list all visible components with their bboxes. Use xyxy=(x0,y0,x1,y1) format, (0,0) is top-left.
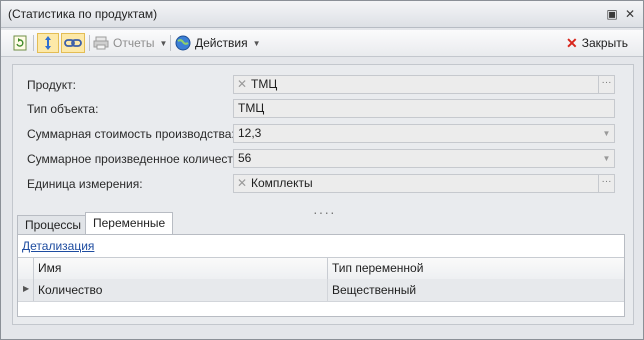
total-cost-label: Суммарная стоимость производства: xyxy=(27,127,235,141)
unit-field[interactable]: ✕ Комплекты ··· xyxy=(233,174,615,193)
refresh-icon xyxy=(13,35,27,51)
window-title: (Статистика по продуктам) xyxy=(8,7,158,21)
tab-variables-label: Переменные xyxy=(93,216,166,230)
sync-arrows-icon xyxy=(45,36,51,50)
globe-icon xyxy=(175,35,191,51)
clear-icon[interactable]: ✕ xyxy=(237,175,247,192)
link-icon xyxy=(64,39,82,47)
tab-processes-label: Процессы xyxy=(25,218,82,232)
printer-icon xyxy=(93,36,109,50)
table-row[interactable]: ▶ Количество Вещественный xyxy=(18,279,624,302)
actions-label: Действия xyxy=(195,36,248,50)
variables-grid: Имя Тип переменной ▶ Количество Веществе… xyxy=(18,257,624,317)
cell-name[interactable]: Количество xyxy=(38,279,328,301)
reports-menu[interactable]: Отчеты ▼ xyxy=(93,33,167,53)
close-x-icon: ✕ xyxy=(566,34,578,51)
restore-icon[interactable]: ▣ xyxy=(605,7,619,21)
chevron-down-icon: ▼ xyxy=(159,38,168,48)
variables-panel: Детализация Имя Тип переменной ▶ Количес… xyxy=(17,234,625,317)
actions-menu[interactable]: Действия ▼ xyxy=(175,33,261,53)
close-form-label: Закрыть xyxy=(581,36,628,50)
object-type-field: ТМЦ xyxy=(233,99,615,118)
total-cost-field[interactable]: 12,3 ▼ xyxy=(233,124,615,143)
total-qty-value: 56 xyxy=(238,151,252,165)
total-cost-value: 12,3 xyxy=(238,126,262,140)
chevron-down-icon: ▼ xyxy=(252,38,261,48)
current-row-arrow-icon: ▶ xyxy=(23,284,30,293)
product-statistics-form: Продукт: ✕ ТМЦ ··· Тип объекта: ТМЦ Сумм… xyxy=(12,64,634,325)
chevron-down-icon[interactable]: ▼ xyxy=(599,150,614,167)
total-qty-field[interactable]: 56 ▼ xyxy=(233,149,615,168)
title-bar: (Статистика по продуктам) ▣ ✕ xyxy=(1,1,643,28)
reports-label: Отчеты xyxy=(113,36,155,50)
unit-label: Единица измерения: xyxy=(27,177,143,191)
tab-variables[interactable]: Переменные xyxy=(85,212,174,235)
chevron-down-icon[interactable]: ▼ xyxy=(599,125,614,142)
total-qty-label: Суммарное произведенное количество: xyxy=(27,152,250,166)
splitter-handle[interactable]: ···· xyxy=(313,204,336,220)
row-indicator: ▶ xyxy=(18,279,34,301)
row-indicator-header xyxy=(18,258,34,279)
close-form-button[interactable]: ✕ Закрыть xyxy=(566,33,628,53)
ellipsis-button[interactable]: ··· xyxy=(598,76,614,93)
cell-type[interactable]: Вещественный xyxy=(332,279,622,301)
unit-value: Комплекты xyxy=(251,176,313,190)
object-type-value: ТМЦ xyxy=(238,101,265,115)
clear-icon[interactable]: ✕ xyxy=(237,76,247,93)
product-value: ТМЦ xyxy=(251,77,278,91)
product-field[interactable]: ✕ ТМЦ ··· xyxy=(233,75,615,94)
statistics-window: (Статистика по продуктам) ▣ ✕ Отчеты ▼ Д… xyxy=(0,0,644,340)
link-button[interactable] xyxy=(61,33,85,53)
column-header-name[interactable]: Имя xyxy=(38,258,328,279)
product-label: Продукт: xyxy=(27,78,76,92)
toolbar: Отчеты ▼ Действия ▼ ✕ Закрыть xyxy=(1,30,643,57)
tab-processes[interactable]: Процессы xyxy=(17,215,90,234)
ellipsis-button[interactable]: ··· xyxy=(598,175,614,192)
refresh-button[interactable] xyxy=(10,33,30,53)
object-type-label: Тип объекта: xyxy=(27,102,99,116)
close-icon[interactable]: ✕ xyxy=(623,7,637,21)
column-header-type[interactable]: Тип переменной xyxy=(332,258,622,279)
grid-header: Имя Тип переменной xyxy=(18,258,624,280)
sync-button[interactable] xyxy=(37,33,59,53)
detail-link[interactable]: Детализация xyxy=(22,239,94,253)
